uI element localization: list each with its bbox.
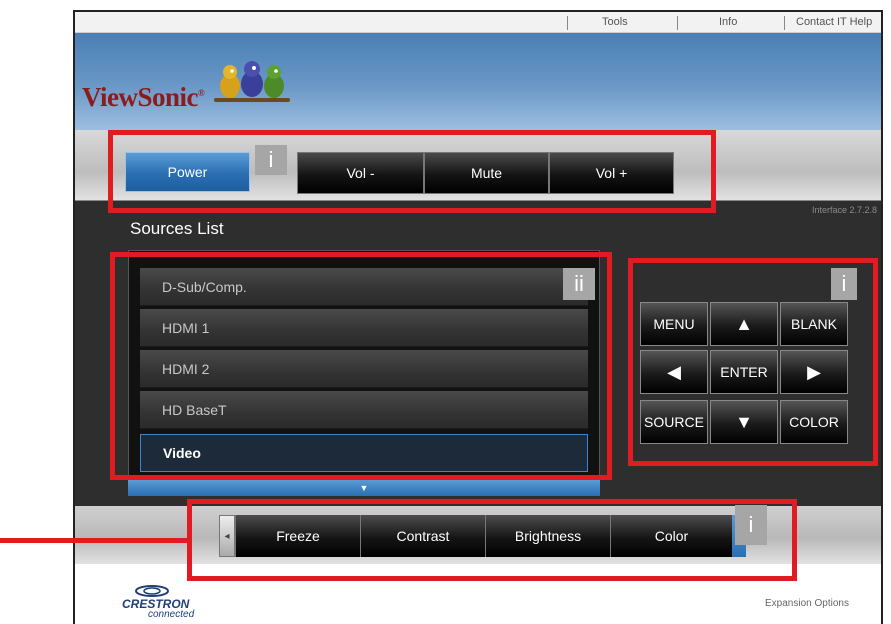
sources-list-title: Sources List	[130, 219, 224, 238]
annotation-box-power-bar	[108, 130, 716, 213]
viewsonic-logo: ViewSonic®	[82, 82, 205, 112]
chevron-down-icon: ▼	[359, 483, 369, 493]
annotation-box-features	[187, 499, 797, 581]
nav-info-link[interactable]: Info	[719, 16, 737, 28]
interface-version: Interface 2.7.2.8	[812, 205, 878, 215]
expansion-options-link[interactable]: Expansion Options	[765, 598, 849, 609]
sources-scroll-down-button[interactable]: ▼	[128, 480, 600, 496]
nav-contact-link[interactable]: Contact IT Help	[796, 16, 872, 28]
annotation-box-sources	[110, 252, 612, 480]
crestron-swirl-icon	[135, 585, 169, 597]
annotation-pointer-line	[0, 538, 190, 543]
birds-logo-icon	[214, 61, 290, 102]
nav-tools-link[interactable]: Tools	[602, 16, 628, 28]
annotation-box-remote	[628, 258, 878, 466]
top-nav: Tools Info Contact IT Help	[75, 12, 881, 33]
crestron-connected-text: connected	[148, 609, 195, 620]
